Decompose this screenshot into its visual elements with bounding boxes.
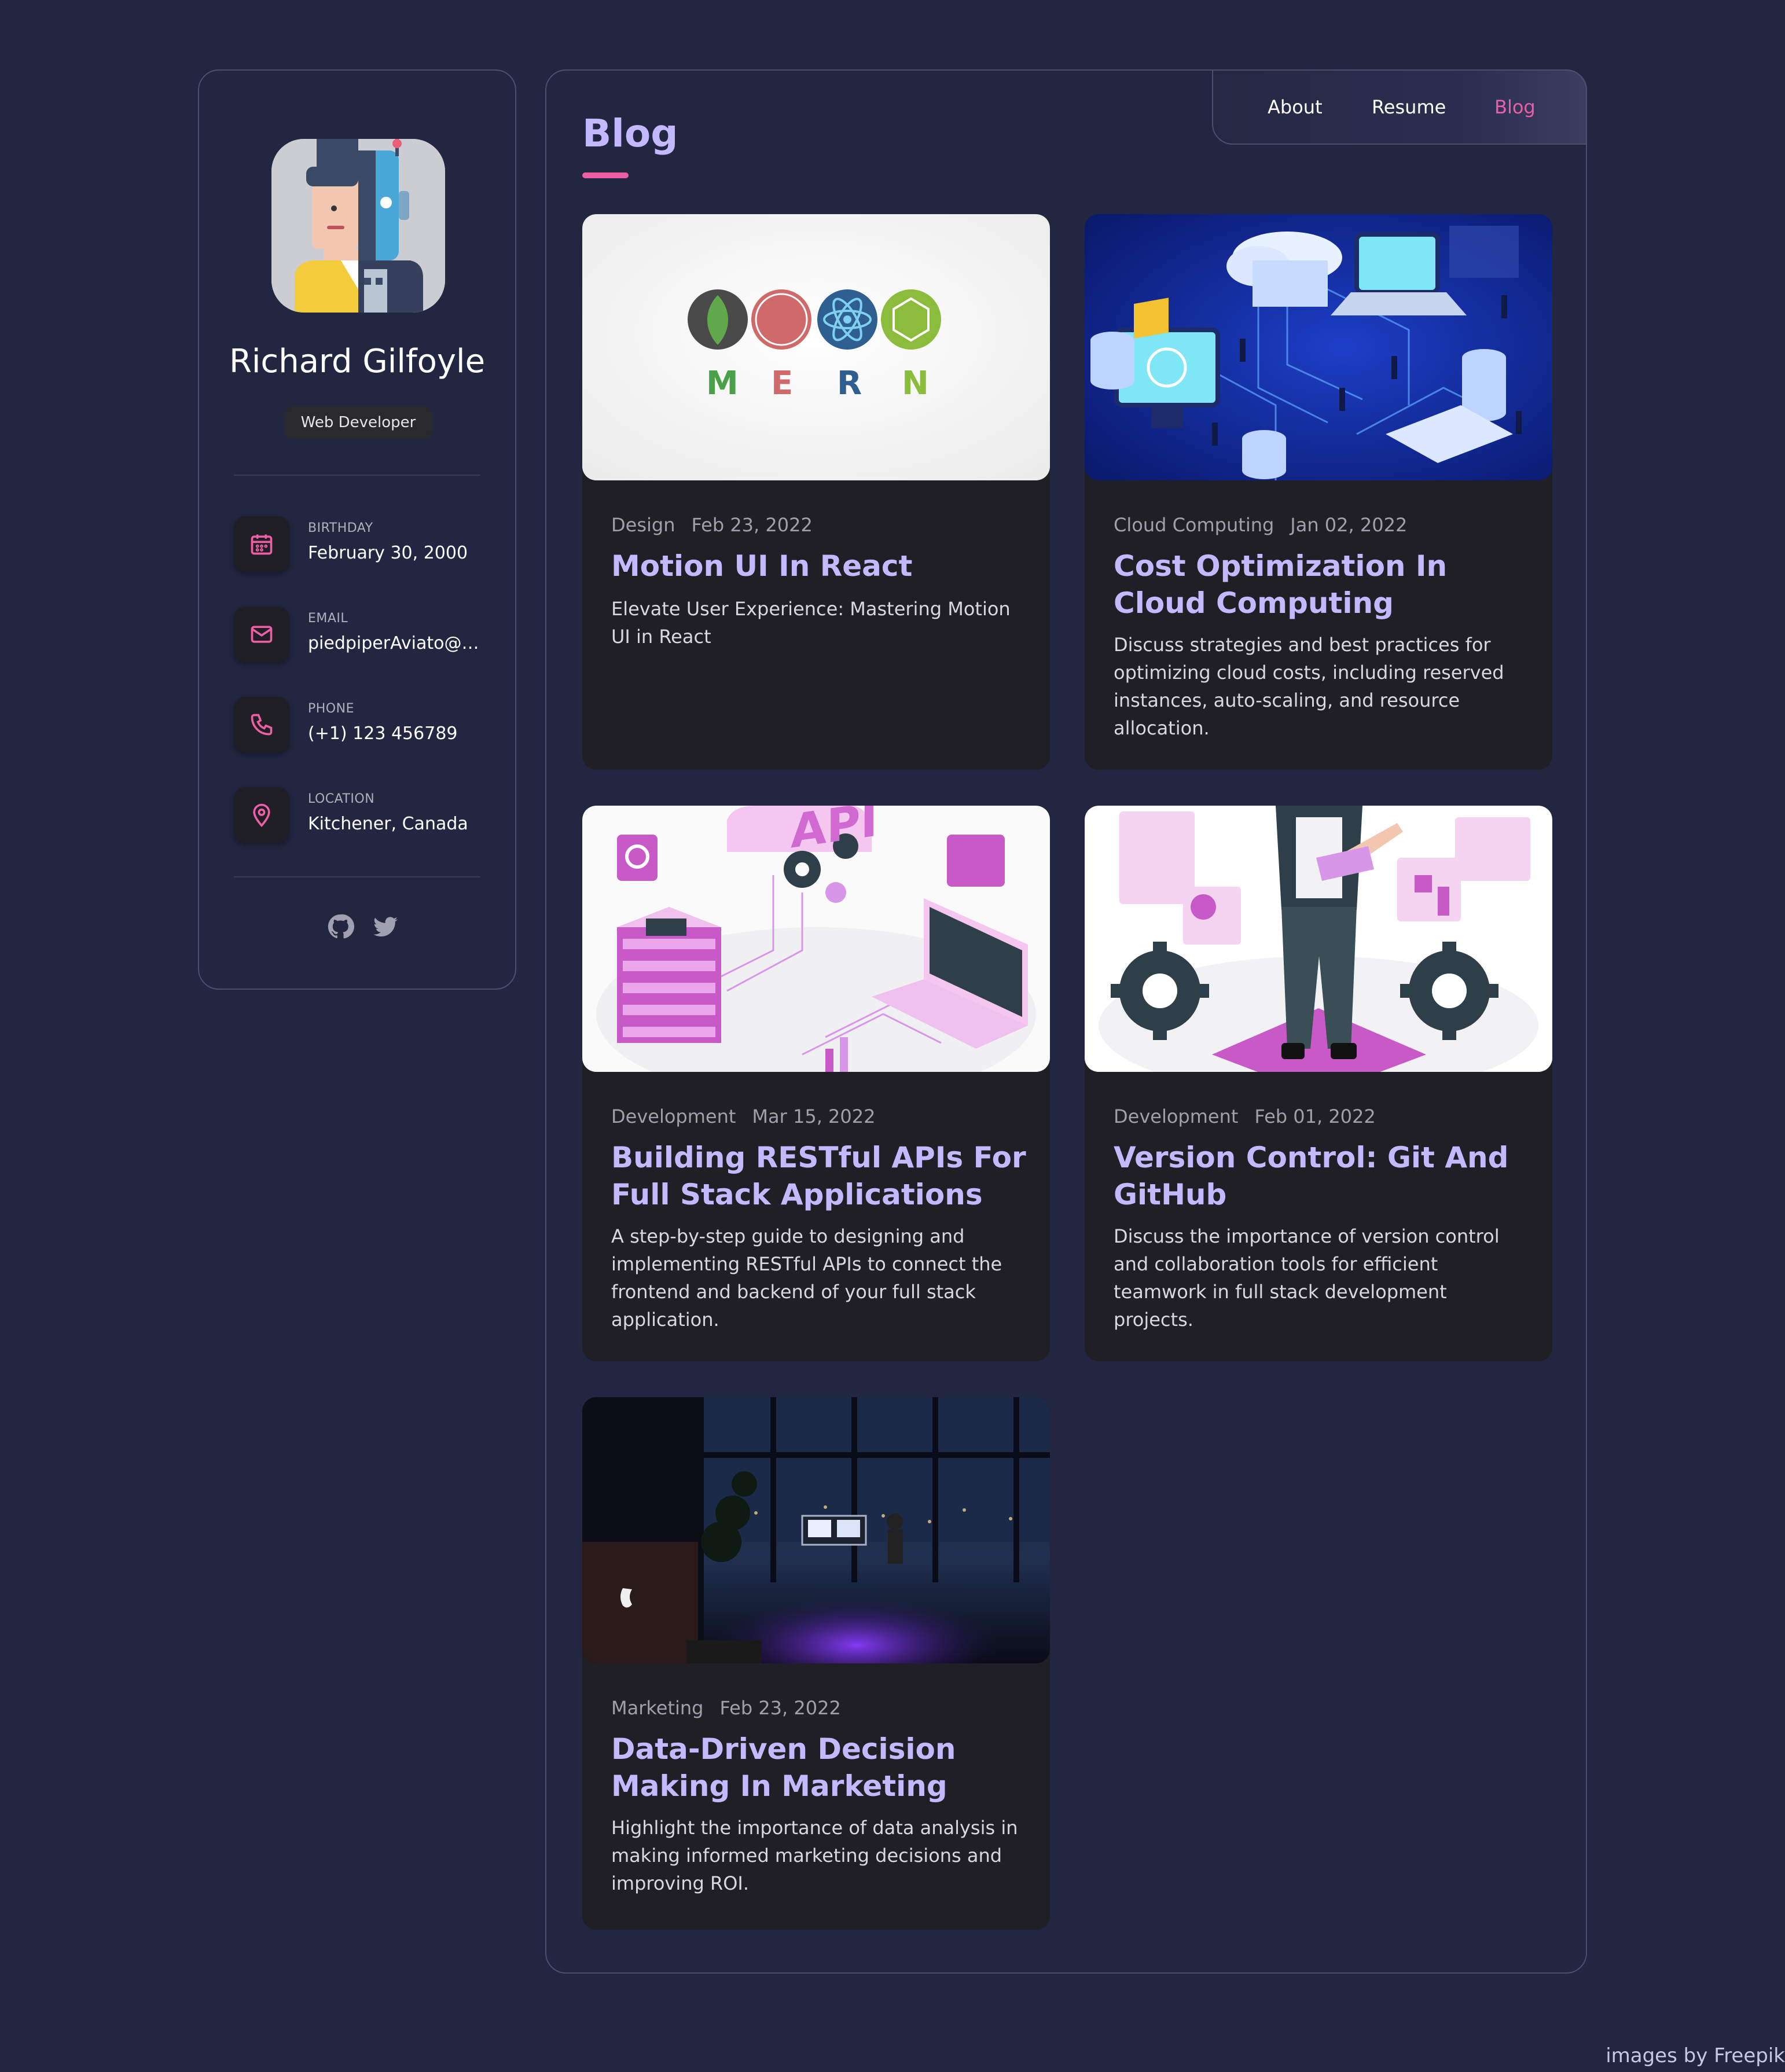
post-date: Feb 23, 2022 xyxy=(719,1697,841,1719)
avatar-illustration xyxy=(271,139,445,313)
post-image-cloud xyxy=(1085,214,1552,480)
contact-label: BIRTHDAY xyxy=(308,521,373,535)
blog-post-card[interactable]: Marketing Feb 23, 2022 Data-Driven Decisi… xyxy=(582,1397,1050,1930)
sidebar-divider xyxy=(234,876,480,877)
post-category: Cloud Computing xyxy=(1114,514,1275,536)
blog-post-card[interactable]: Cloud Computing Jan 02, 2022 Cost Optimiz… xyxy=(1085,214,1552,770)
blog-post-card[interactable]: Development Feb 01, 2022 Version Control:… xyxy=(1085,806,1552,1361)
post-description: Discuss the importance of version contro… xyxy=(1114,1225,1500,1331)
post-image-api: API xyxy=(582,806,1050,1072)
post-category: Marketing xyxy=(611,1697,704,1719)
nav-resume[interactable]: Resume xyxy=(1372,96,1446,118)
contact-label: EMAIL xyxy=(308,611,348,626)
post-category: Development xyxy=(1114,1105,1239,1127)
profile-name: Richard Gilfoyle xyxy=(229,343,486,380)
mail-icon xyxy=(234,607,289,662)
page-title: Blog xyxy=(582,111,678,156)
twitter-icon[interactable] xyxy=(372,913,399,943)
post-image-mern: M E R N xyxy=(582,214,1050,480)
post-title[interactable]: Version Control: Git And GitHub xyxy=(1114,1139,1530,1213)
post-meta: Marketing Feb 23, 2022 xyxy=(611,1697,841,1719)
post-meta: Design Feb 23, 2022 xyxy=(611,514,813,536)
top-navbar: About Resume Blog xyxy=(1212,69,1587,145)
sidebar-divider xyxy=(234,475,480,476)
post-date: Feb 01, 2022 xyxy=(1254,1105,1376,1127)
nav-about[interactable]: About xyxy=(1268,96,1323,118)
role-badge: Web Developer xyxy=(284,406,432,439)
calendar-icon xyxy=(234,516,289,572)
post-meta: Development Feb 01, 2022 xyxy=(1114,1105,1376,1127)
profile-sidebar: Richard Gilfoyle Web Developer BIRTHDAY … xyxy=(198,69,516,990)
avatar xyxy=(271,139,445,313)
nav-blog[interactable]: Blog xyxy=(1494,96,1536,118)
blog-post-card[interactable]: M E R N Design Feb 23, 2022 Motion UI In … xyxy=(582,214,1050,770)
post-title[interactable]: Building RESTful APIs For Full Stack App… xyxy=(611,1139,1028,1213)
contact-email: EMAIL piedpiperAviato@gmail.com xyxy=(234,607,489,670)
post-title[interactable]: Motion UI In React xyxy=(611,548,1028,585)
post-image-git xyxy=(1085,806,1552,1072)
phone-icon xyxy=(234,697,289,752)
location-pin-icon xyxy=(234,787,289,843)
email-link[interactable]: piedpiperAviato@gmail.com xyxy=(308,633,489,653)
contact-label: PHONE xyxy=(308,701,354,716)
post-meta: Development Mar 15, 2022 xyxy=(611,1105,875,1127)
post-description: Discuss strategies and best practices fo… xyxy=(1114,634,1504,739)
post-date: Feb 23, 2022 xyxy=(691,514,813,536)
contact-location: LOCATION Kitchener, Canada xyxy=(234,787,489,851)
blog-post-card[interactable]: API Development Mar 15, 2022 Building RES… xyxy=(582,806,1050,1361)
phone-link[interactable]: (+1) 123 456789 xyxy=(308,723,489,744)
post-category: Design xyxy=(611,514,675,536)
post-date: Jan 02, 2022 xyxy=(1290,514,1408,536)
contact-value: Kitchener, Canada xyxy=(308,814,468,834)
post-description: Elevate User Experience: Mastering Motio… xyxy=(611,598,1011,648)
github-icon[interactable] xyxy=(326,913,354,943)
contact-birthday: BIRTHDAY February 30, 2000 xyxy=(234,516,489,580)
mern-letters: M E R N xyxy=(706,365,929,402)
contact-label: LOCATION xyxy=(308,792,375,806)
title-underline xyxy=(582,172,629,178)
post-meta: Cloud Computing Jan 02, 2022 xyxy=(1114,514,1407,536)
post-title[interactable]: Cost Optimization In Cloud Computing xyxy=(1114,548,1530,622)
post-date: Mar 15, 2022 xyxy=(752,1105,876,1127)
contact-value: February 30, 2000 xyxy=(308,543,468,563)
image-credit: images by Freepik xyxy=(1606,2044,1785,2067)
post-title[interactable]: Data-Driven Decision Making In Marketing xyxy=(611,1731,1028,1805)
post-description: A step-by-step guide to designing and im… xyxy=(611,1225,1002,1331)
post-description: Highlight the importance of data analysi… xyxy=(611,1817,1018,1894)
contact-phone: PHONE (+1) 123 456789 xyxy=(234,697,489,761)
post-category: Development xyxy=(611,1105,736,1127)
post-image-marketing xyxy=(582,1397,1050,1663)
blog-panel: About Resume Blog Blog M E R N Design Fe… xyxy=(545,69,1587,1974)
